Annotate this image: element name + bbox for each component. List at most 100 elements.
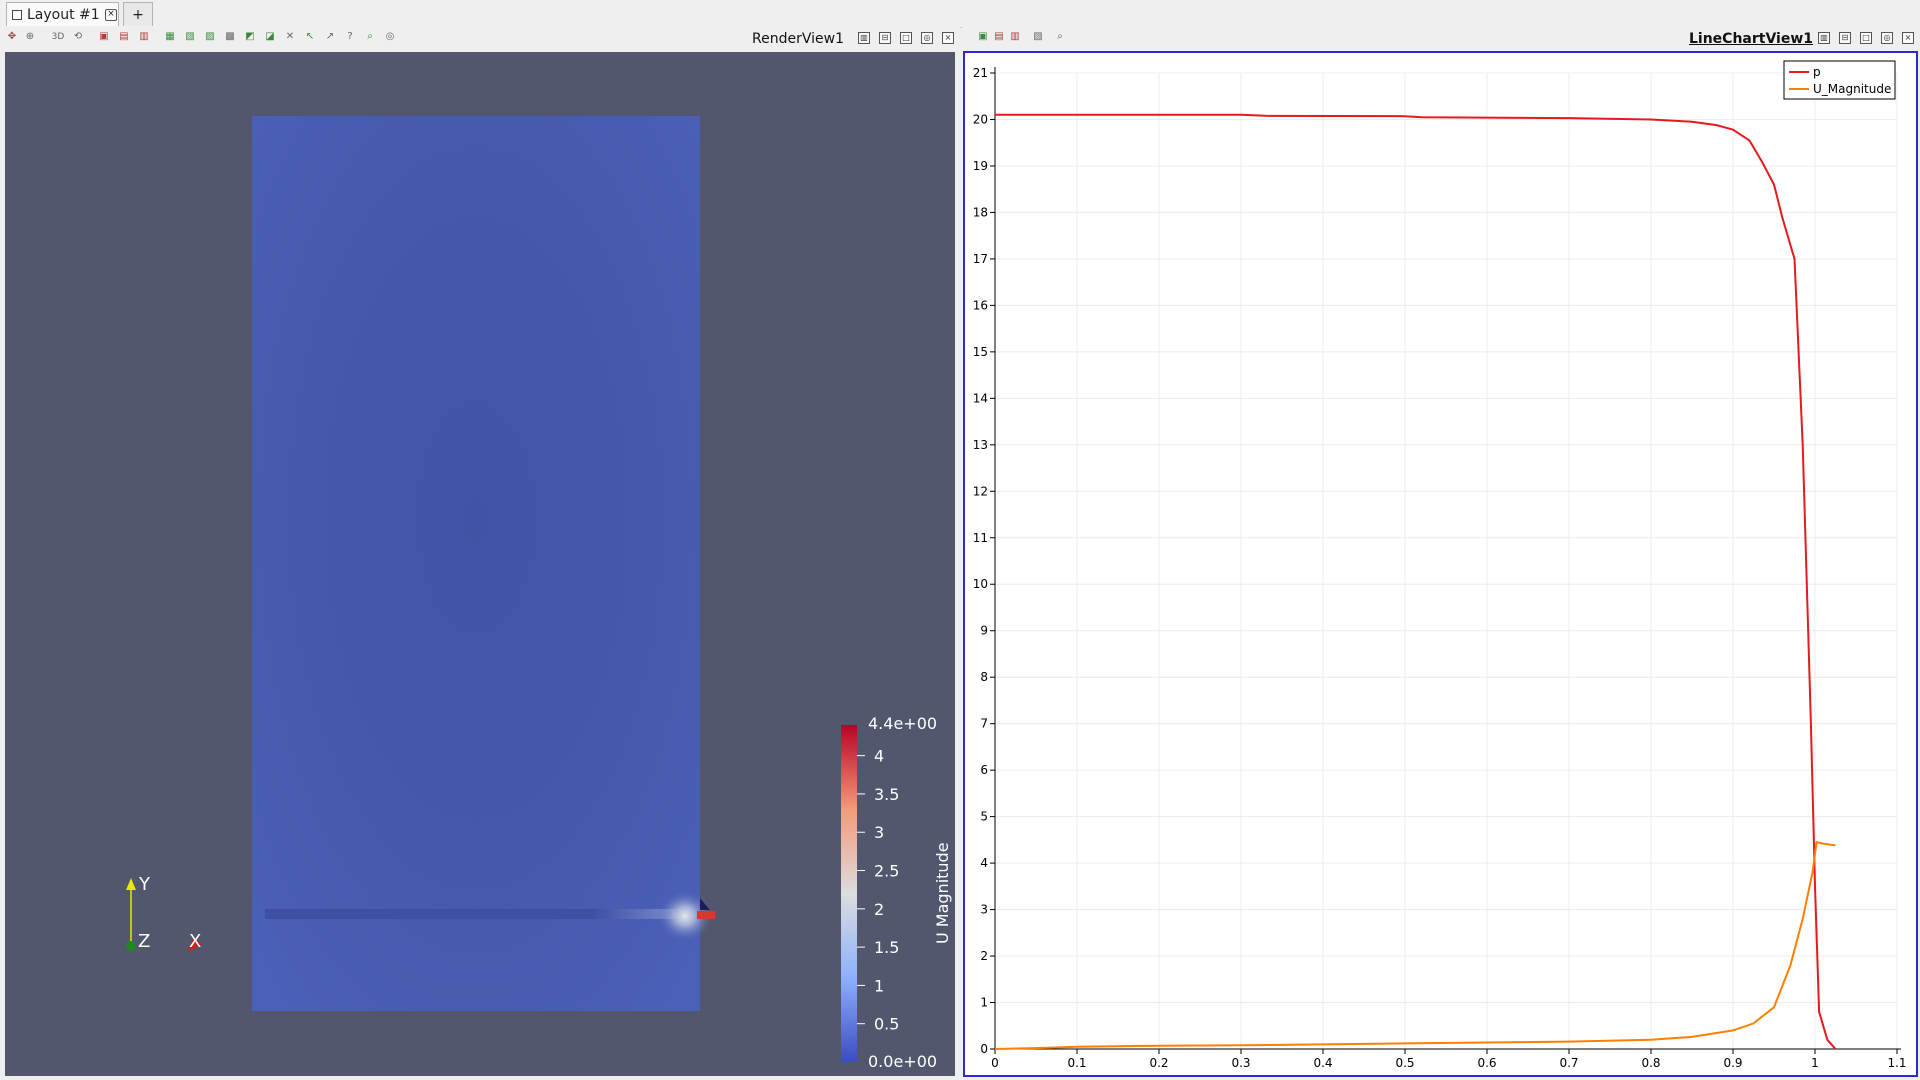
y-tick-label: 14 xyxy=(973,391,988,405)
legend-label: p xyxy=(1813,65,1821,79)
y-tick-label: 13 xyxy=(973,438,988,452)
select-frustum-icon[interactable]: ▥ xyxy=(138,31,150,43)
find-data-icon[interactable]: ⌕ xyxy=(364,31,376,43)
chart-maximize-icon[interactable]: □ xyxy=(1860,32,1872,44)
y-tick-label: 17 xyxy=(973,252,988,266)
layout-tab-bar: Layout #1 × + xyxy=(0,0,1920,28)
axis-z-label: Z xyxy=(138,931,150,952)
y-tick-label: 10 xyxy=(973,577,988,591)
camera-undo-icon[interactable]: ⟲ xyxy=(72,31,84,43)
hover-icon[interactable]: ↖ xyxy=(304,31,316,43)
colorbar-tick-label: 1.5 xyxy=(874,938,899,957)
clear-selection-icon[interactable]: ✕ xyxy=(284,31,296,43)
series-line-u_magnitude xyxy=(994,840,1836,1050)
y-tick-label: 0 xyxy=(980,1042,988,1056)
capture-icon[interactable]: ◎ xyxy=(921,32,933,44)
y-tick-label: 7 xyxy=(980,717,988,731)
pick-icon[interactable]: ↗ xyxy=(324,31,336,43)
select-polygon-icon[interactable]: ◩ xyxy=(244,31,256,43)
x-tick-label: 0.5 xyxy=(1395,1056,1414,1070)
reset-camera-icon[interactable]: ✥ xyxy=(6,31,18,43)
y-tick-label: 8 xyxy=(980,670,988,684)
close-view-icon[interactable]: × xyxy=(942,32,954,44)
line-chart-canvas[interactable]: 0 0.1 0.2 0.3 0.4 0.5 0.6 0.7 0.8 0.9 1 1.101234567… xyxy=(965,53,1916,1075)
chart-select-points-icon[interactable]: ▥ xyxy=(1009,31,1021,43)
mesh-domain xyxy=(252,116,700,1011)
chart-view-title: LineChartView1 xyxy=(1689,31,1814,47)
colorbar-tick-label: 4 xyxy=(874,747,884,766)
colorbar-tick-label: 2 xyxy=(874,900,884,919)
render-view[interactable]: Y Z X 0.5 1 1.5 2 2.5 3 3.5 4 4.4e+00 0.0e+00 U… xyxy=(5,52,955,1076)
colorbar-tick-label: 3.5 xyxy=(874,785,899,804)
colorbar-max-label: 4.4e+00 xyxy=(868,714,937,733)
x-tick-label: 0.9 xyxy=(1723,1056,1742,1070)
y-tick-label: 6 xyxy=(980,763,988,777)
y-tick-label: 11 xyxy=(973,531,988,545)
x-tick-label: 0.6 xyxy=(1477,1056,1496,1070)
render-view-canvas[interactable]: Y Z X 0.5 1 1.5 2 2.5 3 3.5 4 4.4e+00 0.0e+00 U… xyxy=(5,52,955,1076)
legend-label: U_Magnitude xyxy=(1813,82,1891,96)
tab-layout-1[interactable]: Layout #1 × xyxy=(6,2,119,26)
colorbar-title: U Magnitude xyxy=(933,842,952,944)
y-tick-label: 19 xyxy=(973,159,988,173)
close-tab-icon[interactable]: × xyxy=(105,9,117,21)
add-tab-button[interactable]: + xyxy=(123,2,153,26)
x-tick-label: 1 xyxy=(1811,1056,1819,1070)
y-tick-label: 4 xyxy=(980,856,988,870)
tab-label: Layout #1 xyxy=(27,7,100,23)
maximize-icon[interactable]: □ xyxy=(900,32,912,44)
chart-capture-icon[interactable]: ◎ xyxy=(1881,32,1893,44)
line-chart-view[interactable]: 0 0.1 0.2 0.3 0.4 0.5 0.6 0.7 0.8 0.9 1 1.1 0 1 2 3 4 5 6 7… xyxy=(963,51,1918,1077)
settings-icon[interactable]: ◎ xyxy=(384,31,396,43)
select-cells-icon[interactable]: ▣ xyxy=(98,31,110,43)
interactive-select-icon[interactable]: ▧ xyxy=(184,31,196,43)
chart-split-horizontal-icon[interactable]: ▥ xyxy=(1818,32,1830,44)
toggle-3d-icon[interactable]: 3D xyxy=(50,31,66,43)
grow-selection-icon[interactable]: ▨ xyxy=(204,31,216,43)
series-line-p xyxy=(995,113,1837,1050)
axis-x-label: X xyxy=(189,931,201,952)
colorbar-tick-label: 0.5 xyxy=(874,1015,899,1034)
y-tick-label: 16 xyxy=(973,298,988,312)
x-tick-label: 0.1 xyxy=(1067,1056,1086,1070)
chart-select-icon[interactable]: ▤ xyxy=(993,31,1005,43)
y-tick-label: 15 xyxy=(973,345,988,359)
split-vertical-icon[interactable]: ⊟ xyxy=(879,32,891,44)
chart-zoom-icon[interactable]: ⌕ xyxy=(1054,31,1066,43)
y-tick-label: 18 xyxy=(973,205,988,219)
chart-reset-camera-icon[interactable]: ▣ xyxy=(977,31,989,43)
select-points-icon[interactable]: ▤ xyxy=(118,31,130,43)
y-tick-label: 21 xyxy=(973,66,988,80)
axis-y-label: Y xyxy=(138,874,151,895)
x-tick-label: 0.4 xyxy=(1313,1056,1332,1070)
zoom-closest-icon[interactable]: ⊕ xyxy=(24,31,36,43)
colorbar-min-label: 0.0e+00 xyxy=(868,1052,937,1071)
jet-streak xyxy=(265,909,675,919)
chart-split-vertical-icon[interactable]: ⊟ xyxy=(1839,32,1851,44)
x-tick-label: 0 xyxy=(991,1056,999,1070)
chart-clear-selection-icon[interactable]: ▧ xyxy=(1032,31,1044,43)
query-icon[interactable]: ? xyxy=(344,31,356,43)
orientation-axes: Y Z X xyxy=(126,874,203,952)
select-interactive-points-icon[interactable]: ◪ xyxy=(264,31,276,43)
chart-close-view-icon[interactable]: × xyxy=(1902,32,1914,44)
x-tick-label: 1.1 xyxy=(1887,1056,1906,1070)
x-tick-label: 0.3 xyxy=(1231,1056,1250,1070)
colorbar-tick-label: 3 xyxy=(874,823,884,842)
colorbar-gradient xyxy=(841,725,857,1062)
shrink-selection-icon[interactable]: ▩ xyxy=(224,31,236,43)
y-tick-label: 1 xyxy=(980,996,988,1010)
split-horizontal-icon[interactable]: ▥ xyxy=(858,32,870,44)
y-tick-label: 12 xyxy=(973,484,988,498)
chart-view-toolbar: ▣ ▤ ▥ ▧ ⌕ LineChartView1 ▥ ⊟ □ ◎ × xyxy=(962,27,1920,49)
select-block-icon[interactable]: ▦ xyxy=(164,31,176,43)
x-tick-label: 0.8 xyxy=(1641,1056,1660,1070)
y-tick-label: 9 xyxy=(980,624,988,638)
y-tick-label: 2 xyxy=(980,949,988,963)
y-tick-label: 5 xyxy=(980,810,988,824)
y-tick-label: 20 xyxy=(973,112,988,126)
render-view-toolbar: ✥ ⊕ 3D ⟲ ▣ ▤ ▥ ▦ ▧ ▨ ▩ ◩ ◪ ✕ ↖ ↗ ? ⌕ ◎ R… xyxy=(0,27,960,49)
inlet-red xyxy=(697,911,715,919)
colorbar-tick-label: 1 xyxy=(874,976,884,995)
color-legend: 0.5 1 1.5 2 2.5 3 3.5 4 4.4e+00 0.0e+00 U Magni… xyxy=(841,714,952,1071)
